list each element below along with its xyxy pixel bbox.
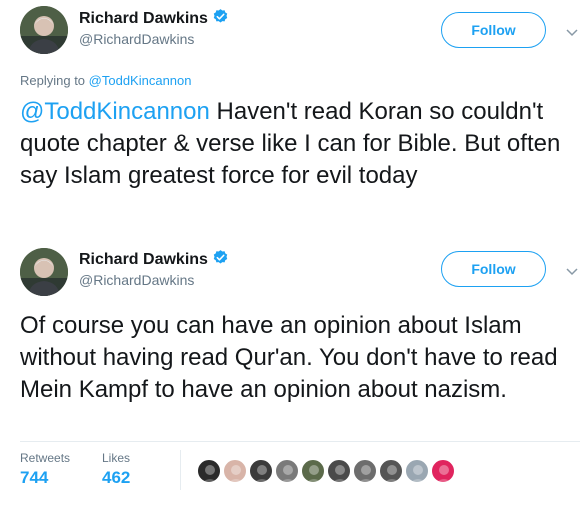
liker-avatar-7[interactable] [353, 459, 377, 483]
author-handle[interactable]: @RichardDawkins [79, 272, 194, 288]
follow-button[interactable]: Follow [441, 12, 546, 48]
author-avatar[interactable] [20, 248, 68, 296]
author-avatar[interactable] [20, 6, 68, 54]
chevron-down-icon[interactable] [566, 263, 578, 281]
likes-label: Likes [102, 451, 131, 465]
author-name[interactable]: Richard Dawkins [79, 8, 229, 30]
tweet-text: @ToddKincannon Haven't read Koran so cou… [20, 98, 561, 189]
liker-avatar-6[interactable] [327, 459, 351, 483]
tweet-stats: Retweets 744 Likes 462 [20, 441, 580, 497]
mention-link[interactable]: @ToddKincannon [20, 98, 210, 125]
retweets-stat[interactable]: Retweets 744 [20, 451, 70, 488]
author-handle[interactable]: @RichardDawkins [79, 31, 194, 47]
reply-to-link[interactable]: @ToddKincannon [89, 73, 192, 88]
verified-badge-icon [212, 8, 229, 30]
liker-avatar-3[interactable] [249, 459, 273, 483]
liker-avatar-2[interactable] [223, 459, 247, 483]
replying-to: Replying to @ToddKincannon [20, 73, 192, 88]
liker-avatar-4[interactable] [275, 459, 299, 483]
author-name[interactable]: Richard Dawkins [79, 249, 229, 271]
retweets-count: 744 [20, 468, 49, 487]
stats-divider [180, 450, 181, 490]
chevron-down-icon[interactable] [566, 24, 578, 42]
liker-avatar-5[interactable] [301, 459, 325, 483]
tweet-text: Of course you can have an opinion about … [20, 312, 558, 403]
liker-avatar-9[interactable] [405, 459, 429, 483]
follow-button[interactable]: Follow [441, 251, 546, 287]
verified-badge-icon [212, 249, 229, 271]
likes-stat[interactable]: Likes 462 [102, 451, 130, 488]
likes-count: 462 [102, 468, 131, 487]
retweets-label: Retweets [20, 451, 71, 465]
liker-avatar-1[interactable] [197, 459, 221, 483]
liker-avatar-8[interactable] [379, 459, 403, 483]
liker-avatar-10[interactable] [431, 459, 455, 483]
